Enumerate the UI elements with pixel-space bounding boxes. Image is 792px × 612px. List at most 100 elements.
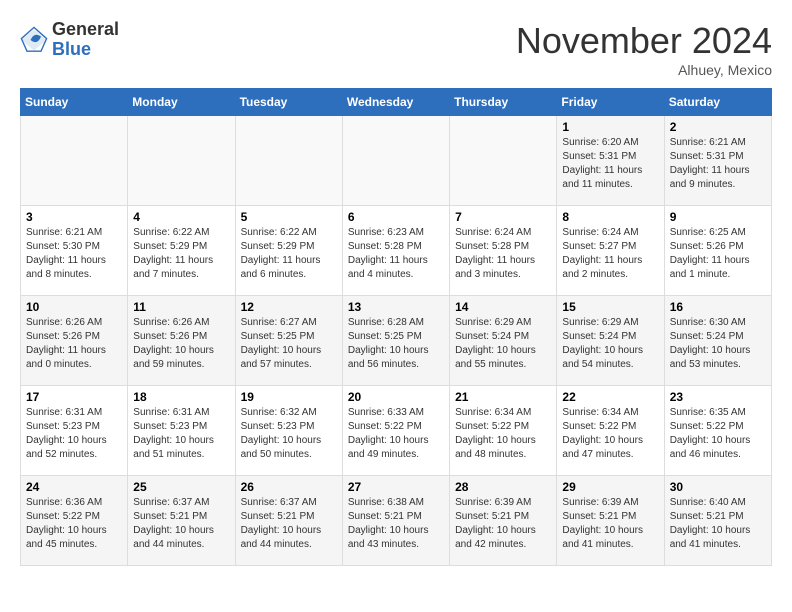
logo-blue: Blue [52, 39, 91, 59]
day-number: 15 [562, 300, 658, 314]
day-cell: 14 Sunrise: 6:29 AM Sunset: 5:24 PM Dayli… [450, 296, 557, 386]
day-cell: 20 Sunrise: 6:33 AM Sunset: 5:22 PM Dayli… [342, 386, 449, 476]
day-number: 14 [455, 300, 551, 314]
weekday-header-sunday: Sunday [21, 89, 128, 116]
day-cell [21, 116, 128, 206]
day-number: 1 [562, 120, 658, 134]
day-info: Sunrise: 6:33 AM Sunset: 5:22 PM Dayligh… [348, 406, 444, 462]
calendar-table: SundayMondayTuesdayWednesdayThursdayFrid… [20, 88, 772, 566]
logo-general: General [52, 20, 119, 40]
weekday-header-friday: Friday [557, 89, 664, 116]
day-cell: 3 Sunrise: 6:21 AM Sunset: 5:30 PM Daylig… [21, 206, 128, 296]
day-cell: 19Sunrise: 6:32 AM Sunset: 5:23 PM Dayli… [235, 386, 342, 476]
day-cell: 2Sunrise: 6:21 AM Sunset: 5:31 PM Daylig… [664, 116, 771, 206]
day-info: Sunrise: 6:25 AM Sunset: 5:26 PM Dayligh… [670, 226, 766, 282]
week-row-3: 10 Sunrise: 6:26 AM Sunset: 5:26 PM Dayli… [21, 296, 772, 386]
day-cell: 24 Sunrise: 6:36 AM Sunset: 5:22 PM Dayli… [21, 476, 128, 566]
day-number: 9 [670, 210, 766, 224]
day-info: Sunrise: 6:39 AM Sunset: 5:21 PM Dayligh… [455, 496, 551, 552]
weekday-header-saturday: Saturday [664, 89, 771, 116]
day-number: 3 [26, 210, 122, 224]
day-info: Sunrise: 6:39 AM Sunset: 5:21 PM Dayligh… [562, 496, 658, 552]
day-number: 25 [133, 480, 229, 494]
day-cell: 12Sunrise: 6:27 AM Sunset: 5:25 PM Dayli… [235, 296, 342, 386]
day-info: Sunrise: 6:35 AM Sunset: 5:22 PM Dayligh… [670, 406, 766, 462]
day-info: Sunrise: 6:22 AM Sunset: 5:29 PM Dayligh… [133, 226, 229, 282]
day-info: Sunrise: 6:29 AM Sunset: 5:24 PM Dayligh… [455, 316, 551, 372]
title-area: November 2024 Alhuey, Mexico [516, 20, 772, 78]
day-number: 26 [241, 480, 337, 494]
header: General Blue November 2024 Alhuey, Mexic… [20, 20, 772, 78]
day-info: Sunrise: 6:36 AM Sunset: 5:22 PM Dayligh… [26, 496, 122, 552]
day-cell: 13 Sunrise: 6:28 AM Sunset: 5:25 PM Dayli… [342, 296, 449, 386]
day-info: Sunrise: 6:20 AM Sunset: 5:31 PM Dayligh… [562, 136, 658, 192]
day-info: Sunrise: 6:37 AM Sunset: 5:21 PM Dayligh… [133, 496, 229, 552]
day-cell: 15 Sunrise: 6:29 AM Sunset: 5:24 PM Dayli… [557, 296, 664, 386]
day-number: 21 [455, 390, 551, 404]
day-number: 20 [348, 390, 444, 404]
day-cell: 10 Sunrise: 6:26 AM Sunset: 5:26 PM Dayli… [21, 296, 128, 386]
day-cell: 25 Sunrise: 6:37 AM Sunset: 5:21 PM Dayli… [128, 476, 235, 566]
day-number: 8 [562, 210, 658, 224]
day-number: 13 [348, 300, 444, 314]
day-number: 7 [455, 210, 551, 224]
day-info: Sunrise: 6:24 AM Sunset: 5:27 PM Dayligh… [562, 226, 658, 282]
weekday-header-monday: Monday [128, 89, 235, 116]
day-cell: 5 Sunrise: 6:22 AM Sunset: 5:29 PM Daylig… [235, 206, 342, 296]
day-cell: 30Sunrise: 6:40 AM Sunset: 5:21 PM Dayli… [664, 476, 771, 566]
day-number: 10 [26, 300, 122, 314]
day-info: Sunrise: 6:21 AM Sunset: 5:30 PM Dayligh… [26, 226, 122, 282]
day-info: Sunrise: 6:30 AM Sunset: 5:24 PM Dayligh… [670, 316, 766, 372]
day-info: Sunrise: 6:29 AM Sunset: 5:24 PM Dayligh… [562, 316, 658, 372]
day-cell: 4 Sunrise: 6:22 AM Sunset: 5:29 PM Daylig… [128, 206, 235, 296]
location: Alhuey, Mexico [516, 62, 772, 78]
day-number: 16 [670, 300, 766, 314]
day-info: Sunrise: 6:24 AM Sunset: 5:28 PM Dayligh… [455, 226, 551, 282]
day-info: Sunrise: 6:31 AM Sunset: 5:23 PM Dayligh… [133, 406, 229, 462]
day-cell: 9 Sunrise: 6:25 AM Sunset: 5:26 PM Daylig… [664, 206, 771, 296]
day-number: 5 [241, 210, 337, 224]
day-number: 6 [348, 210, 444, 224]
day-cell: 11 Sunrise: 6:26 AM Sunset: 5:26 PM Dayli… [128, 296, 235, 386]
day-cell: 22Sunrise: 6:34 AM Sunset: 5:22 PM Dayli… [557, 386, 664, 476]
day-number: 28 [455, 480, 551, 494]
day-cell: 17Sunrise: 6:31 AM Sunset: 5:23 PM Dayli… [21, 386, 128, 476]
day-info: Sunrise: 6:37 AM Sunset: 5:21 PM Dayligh… [241, 496, 337, 552]
day-cell: 18 Sunrise: 6:31 AM Sunset: 5:23 PM Dayli… [128, 386, 235, 476]
day-cell [128, 116, 235, 206]
day-cell: 23Sunrise: 6:35 AM Sunset: 5:22 PM Dayli… [664, 386, 771, 476]
day-info: Sunrise: 6:34 AM Sunset: 5:22 PM Dayligh… [455, 406, 551, 462]
day-cell: 6Sunrise: 6:23 AM Sunset: 5:28 PM Daylig… [342, 206, 449, 296]
day-number: 29 [562, 480, 658, 494]
day-cell: 16 Sunrise: 6:30 AM Sunset: 5:24 PM Dayli… [664, 296, 771, 386]
day-info: Sunrise: 6:40 AM Sunset: 5:21 PM Dayligh… [670, 496, 766, 552]
day-cell [450, 116, 557, 206]
week-row-1: 1 Sunrise: 6:20 AM Sunset: 5:31 PM Daylig… [21, 116, 772, 206]
day-info: Sunrise: 6:27 AM Sunset: 5:25 PM Dayligh… [241, 316, 337, 372]
day-number: 19 [241, 390, 337, 404]
logo-text: General Blue [52, 20, 119, 60]
day-info: Sunrise: 6:38 AM Sunset: 5:21 PM Dayligh… [348, 496, 444, 552]
day-cell: 28 Sunrise: 6:39 AM Sunset: 5:21 PM Dayli… [450, 476, 557, 566]
day-cell: 7 Sunrise: 6:24 AM Sunset: 5:28 PM Daylig… [450, 206, 557, 296]
day-number: 11 [133, 300, 229, 314]
day-cell [342, 116, 449, 206]
month-title: November 2024 [516, 20, 772, 62]
day-cell [235, 116, 342, 206]
day-info: Sunrise: 6:26 AM Sunset: 5:26 PM Dayligh… [26, 316, 122, 372]
day-info: Sunrise: 6:28 AM Sunset: 5:25 PM Dayligh… [348, 316, 444, 372]
day-number: 24 [26, 480, 122, 494]
day-info: Sunrise: 6:34 AM Sunset: 5:22 PM Dayligh… [562, 406, 658, 462]
day-info: Sunrise: 6:22 AM Sunset: 5:29 PM Dayligh… [241, 226, 337, 282]
weekday-header-wednesday: Wednesday [342, 89, 449, 116]
day-number: 18 [133, 390, 229, 404]
day-cell: 27 Sunrise: 6:38 AM Sunset: 5:21 PM Dayli… [342, 476, 449, 566]
logo: General Blue [20, 20, 119, 60]
day-number: 2 [670, 120, 766, 134]
day-number: 27 [348, 480, 444, 494]
day-cell: 8 Sunrise: 6:24 AM Sunset: 5:27 PM Daylig… [557, 206, 664, 296]
logo-icon [20, 26, 48, 54]
day-info: Sunrise: 6:31 AM Sunset: 5:23 PM Dayligh… [26, 406, 122, 462]
day-info: Sunrise: 6:26 AM Sunset: 5:26 PM Dayligh… [133, 316, 229, 372]
day-number: 4 [133, 210, 229, 224]
